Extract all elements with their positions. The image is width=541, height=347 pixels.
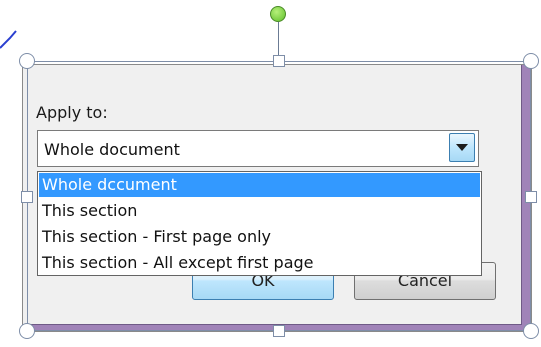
resize-handle-bottom-icon[interactable] [273, 325, 285, 337]
pen-stroke-icon [0, 30, 17, 49]
resize-handle-left-icon[interactable] [21, 191, 33, 203]
resize-handle-top-left-icon[interactable] [19, 53, 35, 69]
resize-handle-bottom-right-icon[interactable] [523, 323, 539, 339]
apply-to-dropdown-list: Whole dccument This section This section… [37, 171, 482, 276]
apply-to-combobox-value: Whole document [44, 140, 180, 159]
chevron-down-icon [456, 144, 468, 151]
dropdown-option-this-section[interactable]: This section [39, 199, 480, 223]
resize-handle-right-icon[interactable] [525, 191, 537, 203]
dropdown-option-first-page-only[interactable]: This section - First page only [39, 225, 480, 249]
apply-to-label: Apply to: [36, 103, 108, 122]
resize-handle-top-icon[interactable] [273, 55, 285, 67]
rotate-handle-icon[interactable] [270, 6, 286, 22]
combobox-dropdown-button[interactable] [449, 133, 475, 162]
dropdown-option-all-except-first-page[interactable]: This section - All except first page [39, 251, 480, 275]
resize-handle-bottom-left-icon[interactable] [19, 323, 35, 339]
resize-handle-top-right-icon[interactable] [523, 53, 539, 69]
dropdown-option-whole-document[interactable]: Whole dccument [39, 173, 480, 197]
